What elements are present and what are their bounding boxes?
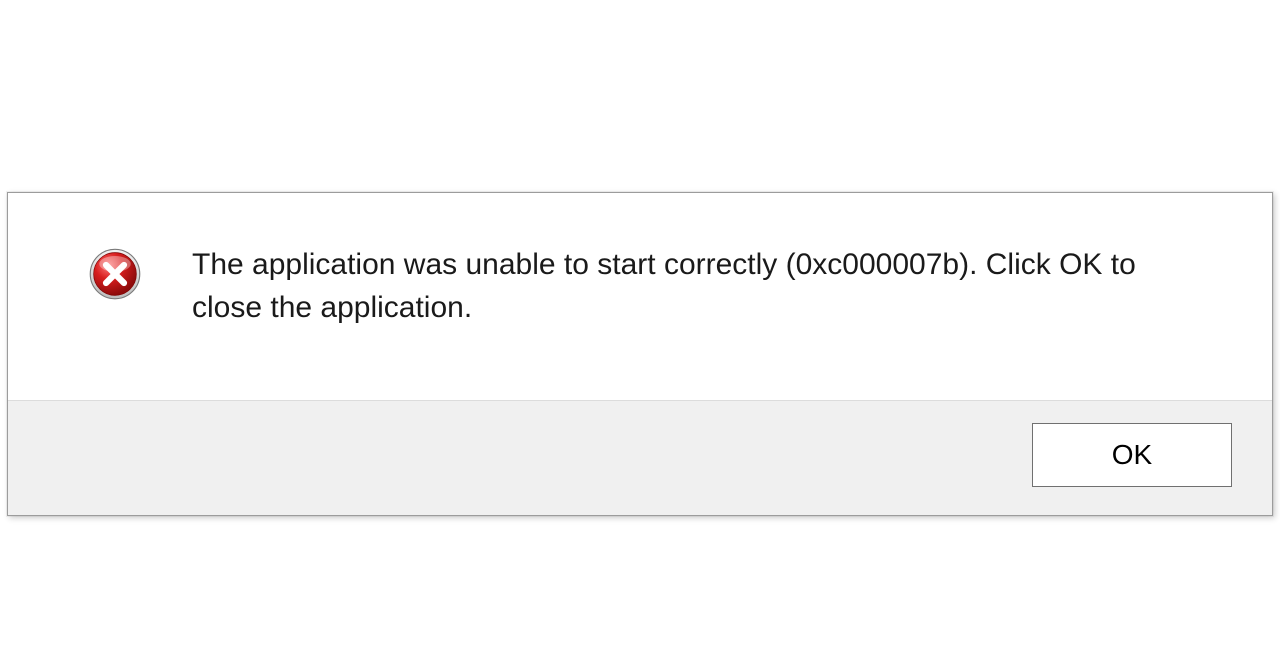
error-message: The application was unable to start corr… xyxy=(192,243,1192,330)
error-icon xyxy=(88,247,142,301)
dialog-button-bar: OK xyxy=(8,400,1272,515)
dialog-content: The application was unable to start corr… xyxy=(8,193,1272,400)
ok-button[interactable]: OK xyxy=(1032,423,1232,487)
error-dialog: The application was unable to start corr… xyxy=(7,192,1273,516)
